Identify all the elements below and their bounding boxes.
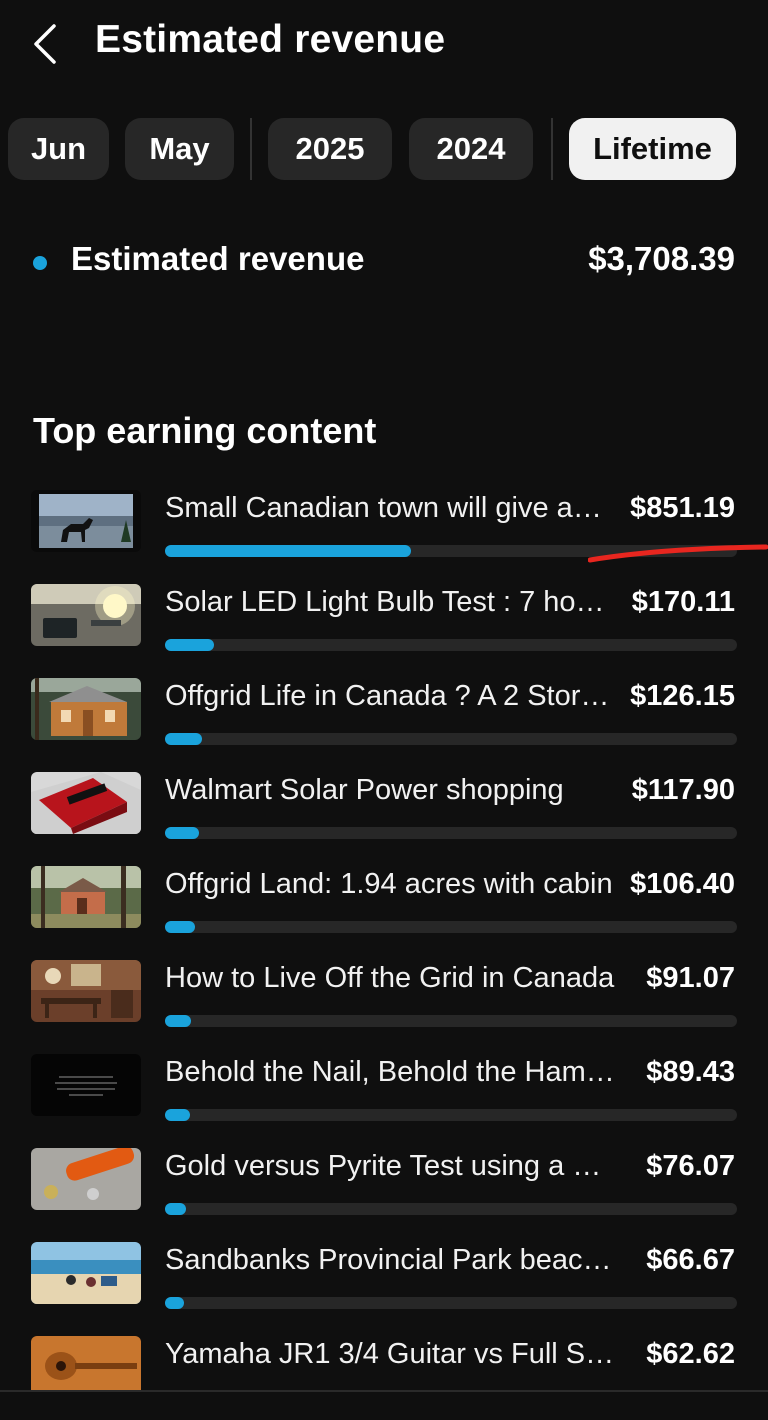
list-item[interactable]: Gold versus Pyrite Test using a streak p… (0, 1138, 768, 1232)
chip-lifetime[interactable]: Lifetime (569, 118, 736, 180)
list-item[interactable]: Walmart Solar Power shopping $117.90 (0, 762, 768, 856)
video-revenue: $66.67 (646, 1244, 735, 1276)
list-item[interactable]: Behold the Nail, Behold the Hammer $89.4… (0, 1044, 768, 1138)
video-title: Offgrid Life in Canada ? A 2 Story Cabin (165, 680, 615, 712)
video-title: Offgrid Land: 1.94 acres with cabin (165, 868, 613, 900)
revenue-share-fill (165, 1203, 187, 1215)
app-header: Estimated revenue (0, 0, 768, 90)
back-chevron-icon[interactable] (26, 22, 66, 66)
video-revenue: $851.19 (630, 492, 735, 524)
video-thumbnail (31, 490, 141, 552)
video-revenue: $91.07 (646, 962, 735, 994)
video-revenue: $62.62 (646, 1338, 735, 1370)
video-thumbnail (31, 1054, 141, 1116)
legend-dot (33, 256, 47, 270)
video-thumbnail (31, 866, 141, 928)
revenue-share-fill (165, 1109, 190, 1121)
video-revenue: $126.15 (630, 680, 735, 712)
revenue-share-fill (165, 733, 203, 745)
video-thumbnail (31, 960, 141, 1022)
video-title: Walmart Solar Power shopping (165, 774, 564, 806)
video-thumbnail (31, 772, 141, 834)
red-underline-annotation (588, 544, 768, 563)
revenue-share-bar (165, 1109, 737, 1121)
list-item[interactable]: Solar LED Light Bulb Test : 7 hours $170… (0, 574, 768, 668)
video-thumbnail (31, 1242, 141, 1304)
revenue-share-bar (165, 639, 737, 651)
chip-may[interactable]: May (125, 118, 234, 180)
video-revenue: $89.43 (646, 1056, 735, 1088)
revenue-share-fill (165, 921, 196, 933)
video-title: Gold versus Pyrite Test using a streak p… (165, 1150, 615, 1182)
video-title: Behold the Nail, Behold the Hammer (165, 1056, 615, 1088)
revenue-share-bar (165, 1015, 737, 1027)
video-thumbnail (31, 584, 141, 646)
revenue-share-bar (165, 1297, 737, 1309)
revenue-share-fill (165, 545, 411, 557)
section-title: Top earning content (33, 410, 377, 451)
video-thumbnail (31, 1148, 141, 1210)
summary-value: $3,708.39 (588, 240, 735, 277)
chip-separator (551, 118, 553, 180)
bottom-nav-edge (0, 1390, 768, 1408)
revenue-share-bar (165, 921, 737, 933)
video-thumbnail (31, 678, 141, 740)
video-title: How to Live Off the Grid in Canada (165, 962, 615, 994)
estimated-revenue-summary: Estimated revenue $3,708.39 (0, 240, 768, 284)
chip-2025[interactable]: 2025 (268, 118, 392, 180)
video-thumbnail (31, 1336, 141, 1398)
video-revenue: $76.07 (646, 1150, 735, 1182)
video-title: Solar LED Light Bulb Test : 7 hours (165, 586, 615, 618)
list-item[interactable]: Offgrid Life in Canada ? A 2 Story Cabin… (0, 668, 768, 762)
video-revenue: $106.40 (630, 868, 735, 900)
chip-2024[interactable]: 2024 (409, 118, 533, 180)
summary-label: Estimated revenue (71, 240, 365, 277)
chip-separator (250, 118, 252, 180)
revenue-share-bar (165, 1203, 737, 1215)
revenue-share-fill (165, 1015, 191, 1027)
video-revenue: $170.11 (631, 586, 735, 618)
video-title: Small Canadian town will give away land … (165, 492, 615, 524)
period-filter-bar: Jun May 2025 2024 Lifetime (0, 118, 768, 180)
list-item[interactable]: How to Live Off the Grid in Canada $91.0… (0, 950, 768, 1044)
revenue-share-fill (165, 1297, 184, 1309)
revenue-share-bar (165, 827, 737, 839)
list-item[interactable]: Offgrid Land: 1.94 acres with cabin $106… (0, 856, 768, 950)
video-title: Yamaha JR1 3/4 Guitar vs Full Size (165, 1338, 615, 1370)
list-item[interactable]: Sandbanks Provincial Park beach day $66.… (0, 1232, 768, 1326)
video-revenue: $117.90 (631, 774, 735, 806)
revenue-share-bar (165, 733, 737, 745)
revenue-share-fill (165, 639, 214, 651)
page-title: Estimated revenue (95, 18, 446, 61)
video-title: Sandbanks Provincial Park beach day (165, 1244, 615, 1276)
revenue-share-fill (165, 827, 200, 839)
chip-jun[interactable]: Jun (8, 118, 109, 180)
